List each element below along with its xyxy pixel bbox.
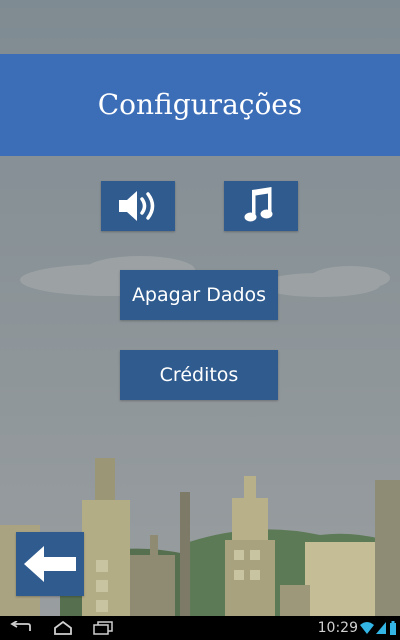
system-navigation-bar: 10:29 (0, 616, 400, 640)
speaker-icon (119, 191, 155, 221)
nav-home-icon[interactable] (52, 616, 74, 640)
battery-icon (389, 616, 397, 640)
nav-recents-icon[interactable] (92, 616, 114, 640)
credits-label: Créditos (159, 364, 239, 386)
signal-icon (376, 616, 386, 640)
back-arrow-icon (24, 546, 76, 582)
nav-back-icon[interactable] (8, 616, 34, 640)
credits-button[interactable]: Créditos (120, 350, 278, 400)
wifi-icon (360, 616, 374, 640)
clear-data-label: Apagar Dados (131, 284, 267, 306)
music-note-icon (244, 187, 273, 222)
status-clock: 10:29 (317, 620, 358, 636)
music-toggle-button[interactable] (224, 181, 298, 231)
clear-data-button[interactable]: Apagar Dados (120, 270, 278, 320)
page-title: Configurações (97, 88, 303, 121)
back-button[interactable] (16, 532, 84, 596)
sound-toggle-button[interactable] (101, 181, 175, 231)
